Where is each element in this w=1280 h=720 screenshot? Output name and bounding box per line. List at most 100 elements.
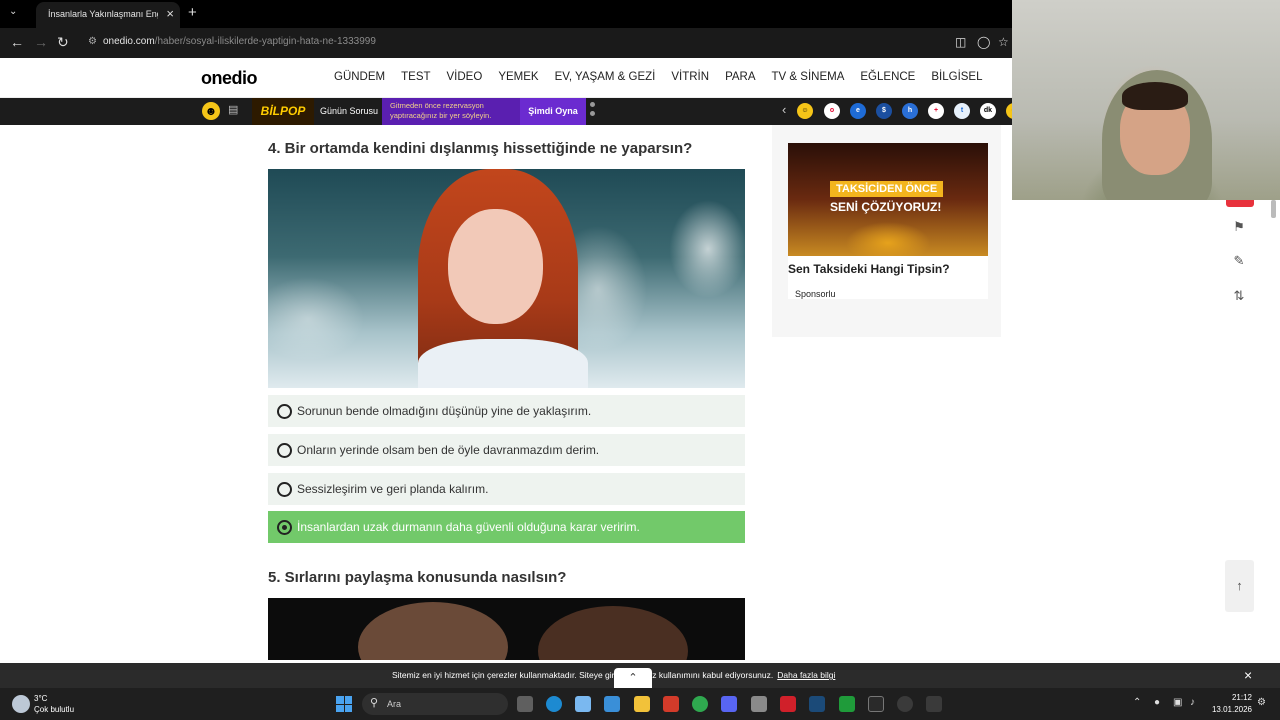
- answer-option[interactable]: Onların yerinde olsam ben de öyle davran…: [268, 434, 745, 466]
- cookie-more-link[interactable]: Daha fazla bilgi: [777, 670, 835, 680]
- answer-option[interactable]: Sessizleşirim ve geri planda kalırım.: [268, 473, 745, 505]
- tv-icon[interactable]: ▤: [228, 103, 238, 116]
- folder-icon[interactable]: [634, 696, 650, 712]
- ad-headline: TAKSİCİDEN ÖNCE: [830, 181, 944, 197]
- site-logo[interactable]: onedio: [201, 68, 258, 89]
- play-now-button[interactable]: Şimdi Oyna: [520, 98, 586, 125]
- clock-date[interactable]: 13.01.2026: [1204, 705, 1252, 714]
- daily-question-text[interactable]: Gitmeden önce rezervasyon yaptıracağınız…: [382, 98, 520, 125]
- start-button[interactable]: [336, 696, 352, 712]
- volume-icon[interactable]: ♪: [1190, 697, 1195, 708]
- network-icon[interactable]: ▣: [1173, 697, 1182, 708]
- chevron-up-icon[interactable]: ⌃: [1133, 697, 1141, 708]
- cookie-text-start: Sitemiz en iyi hizmet için çerezler kull…: [392, 670, 615, 680]
- office-icon[interactable]: [663, 696, 679, 712]
- nav-item[interactable]: VİTRİN: [671, 71, 709, 83]
- forward-icon[interactable]: →: [34, 34, 48, 50]
- back-icon[interactable]: ←: [10, 34, 24, 50]
- comments-icon[interactable]: ✎: [1230, 252, 1248, 270]
- dollar-icon[interactable]: $: [876, 103, 892, 119]
- install-icon[interactable]: ◫: [955, 35, 966, 49]
- nav-item[interactable]: YEMEK: [498, 71, 538, 83]
- travel-icon[interactable]: t: [954, 103, 970, 119]
- nav-item[interactable]: VİDEO: [447, 71, 483, 83]
- scrollbar[interactable]: [1271, 200, 1276, 218]
- answer-option-selected[interactable]: İnsanlardan uzak durmanın daha güvenli o…: [268, 511, 745, 543]
- task-view-icon[interactable]: [517, 696, 533, 712]
- webcam-overlay: [1012, 0, 1280, 200]
- nav-item[interactable]: PARA: [725, 71, 755, 83]
- health-icon[interactable]: +: [928, 103, 944, 119]
- epic-icon[interactable]: [868, 696, 884, 712]
- bilpop-logo[interactable]: BİLPOP: [252, 98, 314, 125]
- radio-button[interactable]: [277, 482, 292, 497]
- close-icon[interactable]: ×: [1244, 667, 1252, 683]
- teams-icon[interactable]: [721, 696, 737, 712]
- weather-temp: 3°C: [34, 694, 48, 703]
- emoji-icon[interactable]: ☻: [202, 102, 220, 120]
- weather-icon[interactable]: [12, 695, 30, 713]
- mic-icon[interactable]: ●: [1154, 697, 1160, 708]
- radio-button[interactable]: [277, 443, 292, 458]
- share-icon[interactable]: ⇅: [1230, 287, 1248, 305]
- question-title: 5. Sırlarını paylaşma konusunda nasılsın…: [268, 569, 567, 586]
- search-icon: ⚲: [370, 697, 379, 709]
- answer-label: İnsanlardan uzak durmanın daha güvenli o…: [297, 520, 640, 534]
- webcam-hair: [1122, 82, 1188, 110]
- nav-item[interactable]: BİLGİSEL: [931, 71, 982, 83]
- bookmark-star-icon[interactable]: ☆: [998, 35, 1009, 49]
- battery-app-icon[interactable]: [926, 696, 942, 712]
- answer-option[interactable]: Sorunun bende olmadığını düşünüp yine de…: [268, 395, 745, 427]
- radio-button-checked[interactable]: [277, 520, 292, 535]
- clock-time[interactable]: 21:12: [1212, 693, 1252, 702]
- back-to-top-button[interactable]: ↑: [1225, 560, 1254, 612]
- chevron-up-icon[interactable]: ⌃: [614, 668, 652, 688]
- steam-icon[interactable]: [809, 696, 825, 712]
- settings-icon[interactable]: [751, 696, 767, 712]
- site-info-icon[interactable]: ⚙: [88, 36, 97, 47]
- carousel-dots[interactable]: [590, 102, 596, 120]
- emoji-icon[interactable]: ☺: [797, 103, 813, 119]
- edge-icon[interactable]: [546, 696, 562, 712]
- nav-item[interactable]: TEST: [401, 71, 430, 83]
- copilot-icon[interactable]: [575, 696, 591, 712]
- chrome-icon[interactable]: [692, 696, 708, 712]
- url-path: /haber/sosyal-iliskilerde-yaptigin-hata-…: [154, 36, 376, 47]
- ekonomi-icon[interactable]: e: [850, 103, 866, 119]
- question-image: [268, 169, 745, 388]
- answer-label: Onların yerinde olsam ben de öyle davran…: [297, 443, 600, 457]
- answer-label: Sessizleşirim ve geri planda kalırım.: [297, 482, 489, 496]
- nav-item[interactable]: EV, YAŞAM & GEZİ: [555, 71, 656, 83]
- new-tab-icon[interactable]: +: [188, 4, 197, 21]
- url-domain: onedio.com: [102, 36, 155, 47]
- onedio-icon[interactable]: o: [824, 103, 840, 119]
- browser-tab[interactable]: İnsanlarla Yakınlaşmanı Engelleyen ×: [36, 2, 180, 28]
- dk-icon[interactable]: dk: [980, 103, 996, 119]
- tab-close-icon[interactable]: ×: [166, 6, 174, 21]
- sponsored-card[interactable]: TAKSİCİDEN ÖNCE SENİ ÇÖZÜYORUZ! Sen Taks…: [788, 143, 988, 299]
- sponsored-title[interactable]: Sen Taksideki Hangi Tipsin?: [788, 262, 950, 276]
- url-field[interactable]: ⚙ onedio.com/haber/sosyal-iliskilerde-yap…: [88, 36, 376, 47]
- answer-label: Sorunun bende olmadığını düşünüp yine de…: [297, 404, 592, 418]
- sponsored-image: TAKSİCİDEN ÖNCE SENİ ÇÖZÜYORUZ!: [788, 143, 988, 256]
- tab-list-icon[interactable]: ⌄: [9, 6, 17, 17]
- taskbar-search[interactable]: ⚲ Ara: [362, 693, 508, 715]
- nav-item[interactable]: EĞLENCE: [860, 71, 915, 83]
- app-icon[interactable]: [780, 696, 796, 712]
- chevron-left-icon[interactable]: ‹: [782, 102, 786, 117]
- radio-button[interactable]: [277, 404, 292, 419]
- haber-icon[interactable]: h: [902, 103, 918, 119]
- notification-icon[interactable]: ⚙: [1257, 697, 1266, 708]
- reload-icon[interactable]: ↻: [57, 34, 69, 51]
- bookmark-icon[interactable]: ⚑: [1230, 218, 1248, 236]
- hide-icon[interactable]: ◯: [977, 35, 990, 49]
- question-image: [268, 598, 745, 660]
- weather-desc: Çok bulutlu: [34, 705, 75, 714]
- nav-item[interactable]: TV & SİNEMA: [772, 71, 845, 83]
- xbox-icon[interactable]: [839, 696, 855, 712]
- taskbar: 3°C Çok bulutlu ⚲ Ara ⌃ ● ▣ ♪ 21:12 13.0…: [0, 688, 1280, 720]
- game-icon[interactable]: [897, 696, 913, 712]
- ad-subheadline: SENİ ÇÖZÜYORUZ!: [830, 200, 942, 214]
- nav-item[interactable]: GÜNDEM: [334, 71, 385, 83]
- store-icon[interactable]: [604, 696, 620, 712]
